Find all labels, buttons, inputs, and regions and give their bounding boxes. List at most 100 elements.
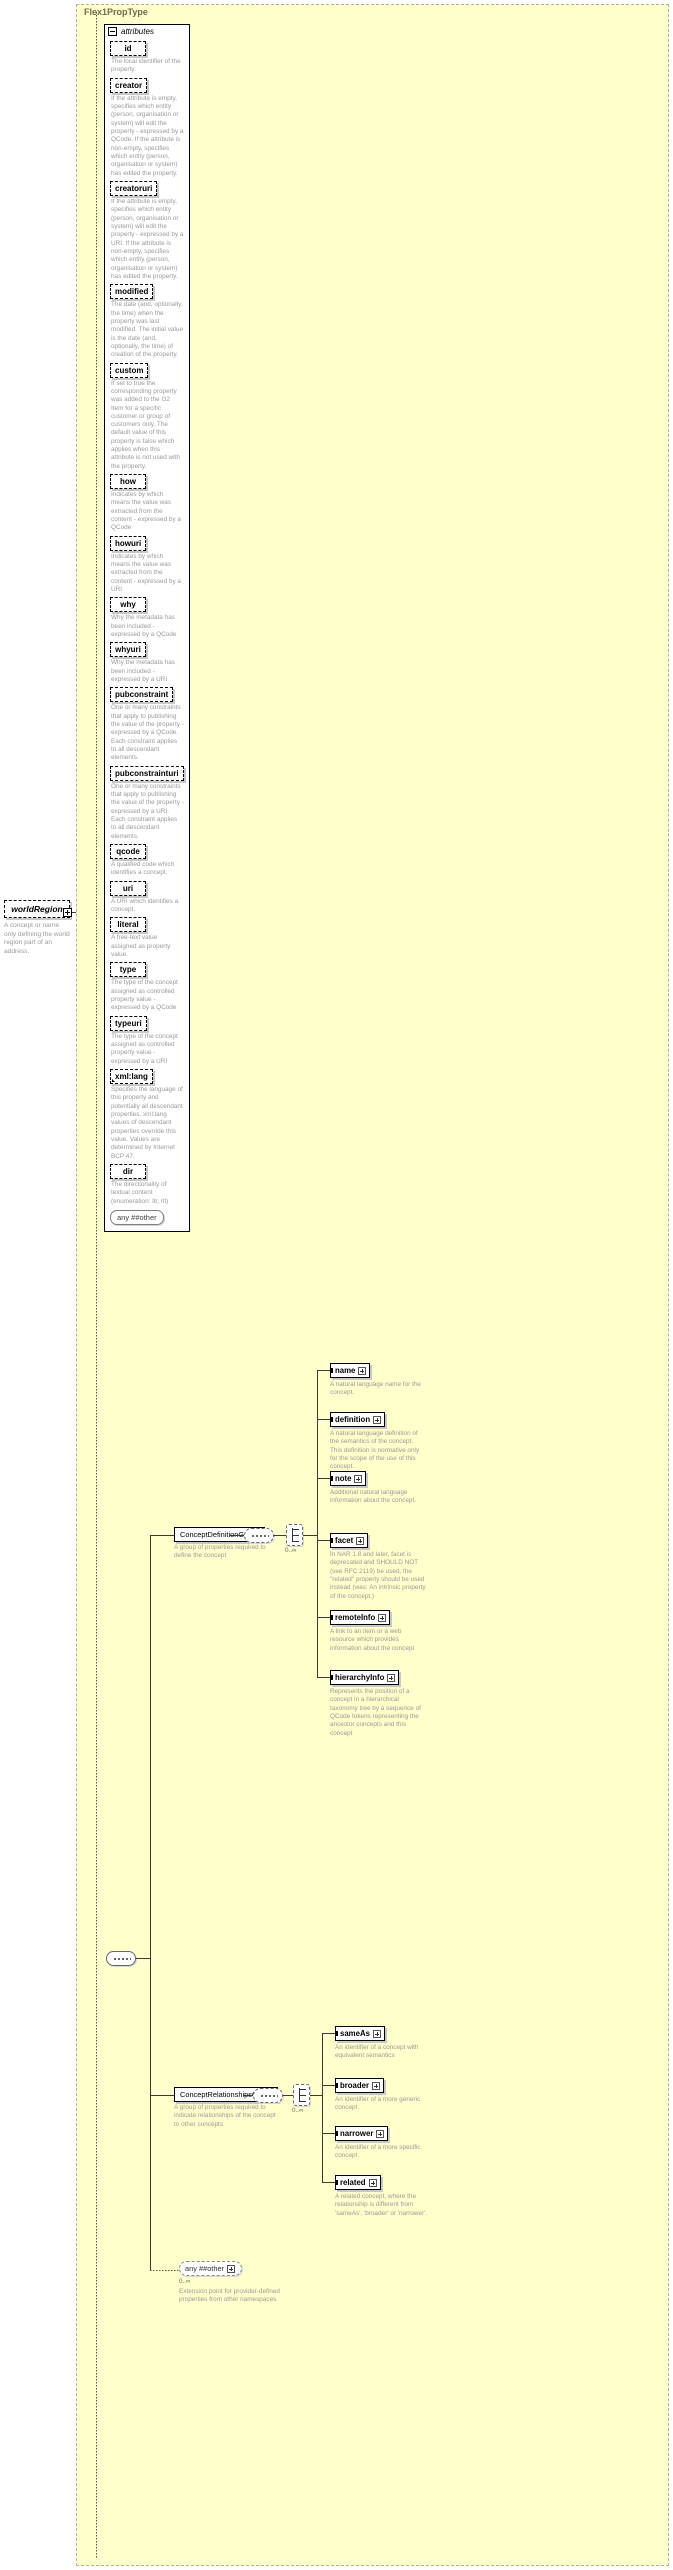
expand-icon[interactable] (358, 1366, 367, 1375)
connector-tick (335, 2180, 338, 2185)
attribute-box-creatoruri[interactable]: creatoruri (110, 180, 158, 196)
expand-icon[interactable] (368, 2178, 377, 2187)
element-description: A natural language definition of the sem… (330, 1430, 420, 1471)
element-box-narrower[interactable]: narrower (335, 2126, 389, 2141)
connector-cdg-child (317, 1370, 330, 1371)
element-label: remoteInfo (335, 1613, 376, 1622)
element-label: name (335, 1366, 356, 1375)
connector-cdg-child (317, 1677, 330, 1678)
expand-icon[interactable] (227, 2264, 236, 2273)
element-description: An identifier of a more specific concept… (335, 2144, 421, 2160)
attribute-item: xml:lang Specifies the language of this p… (110, 1068, 184, 1161)
expand-icon[interactable] (376, 2129, 385, 2138)
connector-tick (330, 1675, 333, 1680)
any-other-box[interactable]: any ##other (179, 2261, 243, 2276)
element-box-remoteinfo[interactable]: remoteInfo (330, 1610, 391, 1625)
attribute-item: whyuri Why the metadata has been included… (110, 642, 184, 684)
element-box-broader[interactable]: broader (335, 2078, 385, 2093)
connector-crg-child (322, 2033, 335, 2034)
attribute-box-creator[interactable]: creator (110, 77, 148, 93)
connector-cdg-child (317, 1419, 330, 1420)
expand-icon[interactable] (373, 1415, 382, 1424)
element-description: Represents the position of a concept in … (330, 1688, 421, 1737)
connector-crg-child (322, 2085, 335, 2086)
attribute-item: qcode A qualified code which identifies a… (110, 843, 184, 878)
sequence-connector-crg[interactable] (253, 2088, 283, 2103)
attribute-item: pubconstraint One or many constraints tha… (110, 687, 184, 762)
element-box-hierarchyinfo[interactable]: hierarchyInfo (330, 1670, 400, 1685)
sequence-connector-root[interactable] (106, 1951, 136, 1966)
attribute-description: One or many constraints that apply to pu… (111, 704, 184, 762)
any-attribute-box[interactable]: any ##other (110, 1209, 164, 1225)
any-attribute-item: any ##other (110, 1209, 184, 1225)
sequence-icon (244, 1528, 274, 1543)
attribute-box-id[interactable]: id (110, 41, 146, 56)
any-other-description: Extension point for provider-defined pro… (179, 2288, 280, 2304)
element-box-facet[interactable]: facet (330, 1533, 369, 1548)
element-box-definition[interactable]: definition (330, 1412, 386, 1427)
element-label: sameAs (340, 2029, 370, 2038)
attribute-description: Why the metadata has been included - exp… (111, 614, 177, 639)
element-box-related[interactable]: related (335, 2175, 381, 2190)
attribute-description: The type of the concept assigned as cont… (111, 1032, 178, 1065)
connector-crg-to-seq (243, 2095, 253, 2096)
attribute-description: The type of the concept assigned as cont… (111, 979, 178, 1012)
element-label: facet (335, 1536, 354, 1545)
attribute-box-why[interactable]: why (110, 597, 146, 613)
attribute-description: Indicates by which means the value was e… (111, 491, 181, 532)
occurrence-marker-cdg[interactable]: 0..∞ (285, 1524, 303, 1554)
sequence-icon (106, 1951, 136, 1966)
attribute-box-howuri[interactable]: howuri (110, 535, 147, 551)
expand-icon[interactable] (387, 1673, 396, 1682)
connector-main-vertical (150, 1535, 151, 2095)
element-box-note[interactable]: note (330, 1471, 367, 1486)
attribute-description: If set to true the corresponding propert… (111, 379, 180, 470)
attribute-box-typeuri[interactable]: typeuri (110, 1015, 147, 1031)
attribute-box-how[interactable]: how (110, 474, 146, 490)
expand-icon[interactable] (372, 2081, 381, 2090)
attribute-box-pubconstraint[interactable]: pubconstraint (110, 687, 174, 703)
attribute-box-whyuri[interactable]: whyuri (110, 642, 146, 658)
occurrence-marker-crg[interactable]: 0..∞ (292, 2084, 310, 2114)
any-other-label: any ##other (185, 2264, 225, 2273)
attribute-description: The local identifier of the property. (111, 58, 181, 74)
root-expander-icon[interactable] (63, 908, 72, 917)
attributes-compartment-header[interactable]: attributes (104, 24, 190, 37)
element-node-name: name A natural language name for the conc… (330, 1363, 426, 1398)
attribute-box-dir[interactable]: dir (110, 1163, 146, 1179)
attribute-description: If the attribute is empty, specifies whi… (111, 197, 184, 280)
attribute-box-modified[interactable]: modified (110, 284, 154, 300)
attribute-description: The directionality of textual content (e… (111, 1180, 169, 1205)
connector-crg-fan (322, 2033, 323, 2182)
expand-icon[interactable] (372, 2029, 381, 2038)
attribute-item: custom If set to true the corresponding p… (110, 362, 184, 472)
attribute-box-xml-lang[interactable]: xml:lang (110, 1068, 153, 1084)
connector-any-vertical (150, 2095, 151, 2270)
expand-icon[interactable] (354, 1474, 363, 1483)
attribute-box-uri[interactable]: uri (110, 880, 146, 896)
attribute-description: A URI which identifies a concept. (111, 897, 179, 913)
root-element-box[interactable]: worldRegion (4, 900, 70, 918)
sequence-connector-cdg[interactable] (244, 1528, 274, 1543)
attribute-item: creator If the attribute is empty, specif… (110, 77, 184, 178)
attribute-box-pubconstrainturi[interactable]: pubconstrainturi (110, 765, 184, 781)
sequence-icon (253, 2088, 283, 2103)
expand-icon[interactable] (356, 1536, 365, 1545)
element-label: note (335, 1474, 352, 1483)
attribute-box-qcode[interactable]: qcode (110, 843, 146, 859)
element-label: hierarchyInfo (335, 1673, 385, 1682)
group-description: A group of properties required to define… (174, 1544, 266, 1560)
expand-icon[interactable] (378, 1613, 387, 1622)
element-box-name[interactable]: name (330, 1363, 371, 1378)
element-description: In NAR 1.8 and later, facet is deprecate… (330, 1551, 426, 1600)
attribute-box-literal[interactable]: literal (110, 917, 146, 933)
root-element-worldregion[interactable]: worldRegion A concept or name only defin… (4, 900, 70, 957)
attribute-box-custom[interactable]: custom (110, 362, 149, 378)
element-box-sameas[interactable]: sameAs (335, 2026, 385, 2041)
connector-tick (330, 1368, 333, 1373)
attribute-box-type[interactable]: type (110, 962, 146, 978)
attribute-description: The date (and, optionally, the time) whe… (111, 301, 183, 359)
branch-icon (293, 2084, 310, 2106)
attributes-collapse-icon[interactable] (108, 26, 117, 36)
connector-tick (335, 2031, 338, 2036)
